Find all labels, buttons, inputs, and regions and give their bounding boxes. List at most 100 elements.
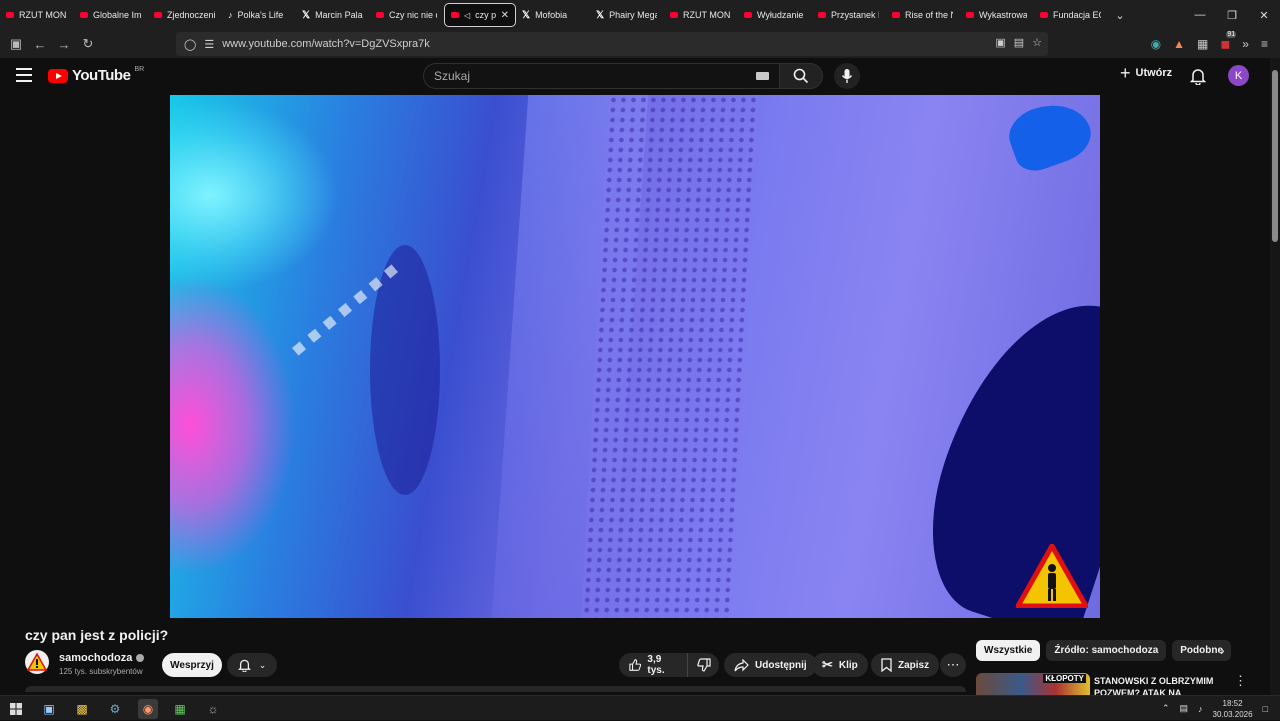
share-button[interactable]: Udostępnij: [724, 653, 817, 677]
browser-tab[interactable]: RZUT MONE: [664, 3, 738, 27]
channel-name[interactable]: samochodoza: [59, 652, 145, 664]
tab-label: RZUT MONE: [19, 10, 67, 20]
support-button[interactable]: Wesprzyj: [162, 653, 222, 677]
chevron-right-icon[interactable]: ›: [1220, 642, 1225, 658]
clip-button[interactable]: ✂ Klip: [812, 653, 868, 677]
subscription-notifications-button[interactable]: ⌄: [227, 653, 277, 677]
browser-tab[interactable]: Wykastrowa: [960, 3, 1034, 27]
youtube-header: YouTube BR Szukaj + Utwórz K: [0, 58, 1280, 94]
channel-avatar[interactable]: [25, 650, 49, 674]
scroll-thumb[interactable]: [1272, 70, 1278, 242]
notifications-tray-icon[interactable]: □: [1263, 704, 1268, 714]
browser-tab[interactable]: RZUT MONE: [0, 3, 74, 27]
close-window-icon[interactable]: ✕: [1248, 0, 1280, 30]
subscriber-count: 125 tys. subskrybentów: [59, 667, 143, 676]
browser-tab[interactable]: 𝕏 Marcin Palad: [296, 3, 370, 27]
sidebar-toggle-icon[interactable]: ▣: [4, 32, 28, 56]
country-code: BR: [134, 66, 145, 73]
search-input[interactable]: Szukaj: [423, 63, 779, 89]
youtube-icon: [6, 12, 14, 18]
tab-label: Rise of the N: [905, 10, 953, 20]
reader-view-icon[interactable]: ▤: [1014, 36, 1024, 49]
video-frame-glove: [1002, 95, 1098, 177]
reload-icon[interactable]: ↻: [76, 32, 100, 56]
menu-icon[interactable]: ≡: [1261, 37, 1268, 51]
browser-tab[interactable]: Rise of the N: [886, 3, 960, 27]
browser-tab[interactable]: 𝕏 Mofobia: [516, 3, 590, 27]
chip-all[interactable]: Wszystkie: [976, 640, 1041, 661]
speaker-icon[interactable]: ◁: [464, 11, 470, 20]
search-box: Szukaj: [423, 63, 823, 89]
permissions-icon[interactable]: ☰: [204, 38, 214, 51]
warning-sign-icon: [1016, 544, 1088, 608]
channel-name-text: samochodoza: [59, 652, 133, 664]
browser-tab[interactable]: Przystanek Li: [812, 3, 886, 27]
tab-label: Wykastrowa: [979, 10, 1027, 20]
tab-list-chevron-icon[interactable]: ⌄: [1108, 9, 1132, 22]
close-tab-icon[interactable]: ✕: [501, 10, 509, 21]
hamburger-menu-icon[interactable]: [16, 68, 32, 82]
fox-extension-icon[interactable]: ▲: [1173, 37, 1185, 51]
back-icon[interactable]: ←: [28, 32, 52, 56]
picture-in-picture-icon[interactable]: ▣: [995, 36, 1005, 49]
browser-tab[interactable]: Zjednoczeni: [148, 3, 222, 27]
bookmark-star-icon[interactable]: ☆: [1032, 36, 1042, 49]
browser-tab-strip: RZUT MONE Globalne Imp Zjednoczeni ♪ Polka's…: [0, 0, 1280, 30]
browser-tab[interactable]: Fundacja ECF: [1034, 3, 1108, 27]
youtube-icon: [1040, 12, 1048, 18]
like-button[interactable]: 3,9 tys.: [619, 653, 689, 677]
verified-icon: [136, 654, 145, 662]
address-bar[interactable]: ◯ ☰ www.youtube.com/watch?v=DgZVSxpra7k …: [176, 32, 1048, 56]
video-title: czy pan jest z policji?: [25, 627, 169, 643]
app-icon[interactable]: ☼: [203, 699, 223, 719]
shield-icon[interactable]: ◯: [184, 38, 196, 51]
account-avatar[interactable]: K: [1228, 65, 1249, 86]
volume-icon[interactable]: ♪: [1198, 704, 1203, 714]
bookmark-icon: [881, 658, 892, 672]
desktop-app-icon[interactable]: ▣: [39, 699, 59, 719]
puzzle-icon[interactable]: ▦: [1197, 37, 1208, 51]
save-button[interactable]: Zapisz: [871, 653, 940, 677]
steam-icon[interactable]: ⚙: [105, 699, 125, 719]
browser-tab[interactable]: ♪ Polka's Life i: [222, 3, 296, 27]
clock[interactable]: 18:52 30.03.2026: [1213, 698, 1253, 720]
tray-chevron-up-icon[interactable]: ⌃: [1162, 703, 1170, 714]
minimize-icon[interactable]: —: [1184, 0, 1216, 30]
firefox-icon[interactable]: ◉: [138, 699, 158, 719]
windows-start-icon[interactable]: [6, 699, 26, 719]
search-icon: [793, 68, 809, 84]
forward-icon[interactable]: →: [52, 32, 76, 56]
url-text[interactable]: www.youtube.com/watch?v=DgZVSxpra7k: [222, 38, 430, 50]
browser-tab[interactable]: Globalne Imp: [74, 3, 148, 27]
page-scrollbar[interactable]: [1270, 58, 1280, 698]
browser-tab[interactable]: Czy nic nie d: [370, 3, 444, 27]
browser-tab[interactable]: Wyłudzanie p: [738, 3, 812, 27]
ublock-icon[interactable]: ◼ 91: [1220, 31, 1237, 51]
restore-icon[interactable]: ❐: [1216, 0, 1248, 30]
keyboard-icon[interactable]: [756, 72, 769, 80]
search-button[interactable]: [779, 63, 823, 89]
microphone-icon: [841, 69, 853, 83]
more-vertical-icon[interactable]: ⋮: [1234, 673, 1247, 689]
browser-tab[interactable]: 𝕏 Phairy Megar: [590, 3, 664, 27]
video-player[interactable]: [170, 95, 1100, 618]
vpn-extension-icon[interactable]: ◉: [1151, 37, 1161, 51]
video-frame-tactile-paving: [581, 95, 759, 618]
voice-search-button[interactable]: [834, 63, 860, 89]
tab-label: Fundacja ECF: [1053, 10, 1101, 20]
browser-tab[interactable]: ◁ czy pa ✕: [444, 3, 516, 27]
notifications-button[interactable]: [1189, 67, 1207, 90]
create-button[interactable]: + Utwórz: [1120, 64, 1172, 82]
channel-warning-logo-icon: [27, 653, 47, 671]
youtube-logo[interactable]: YouTube BR: [48, 66, 145, 84]
file-explorer-icon[interactable]: ▩: [72, 699, 92, 719]
description-box[interactable]: [25, 686, 966, 692]
more-horizontal-icon: ⋯: [946, 657, 960, 672]
dislike-button[interactable]: [688, 653, 719, 677]
calculator-icon[interactable]: ▦: [170, 699, 190, 719]
youtube-icon: [154, 12, 162, 18]
overflow-chevrons-icon[interactable]: »: [1242, 37, 1249, 51]
chip-source-channel[interactable]: Źródło: samochodoza: [1046, 640, 1167, 661]
more-actions-button[interactable]: ⋯: [940, 653, 966, 677]
network-icon[interactable]: ▤: [1180, 703, 1189, 714]
